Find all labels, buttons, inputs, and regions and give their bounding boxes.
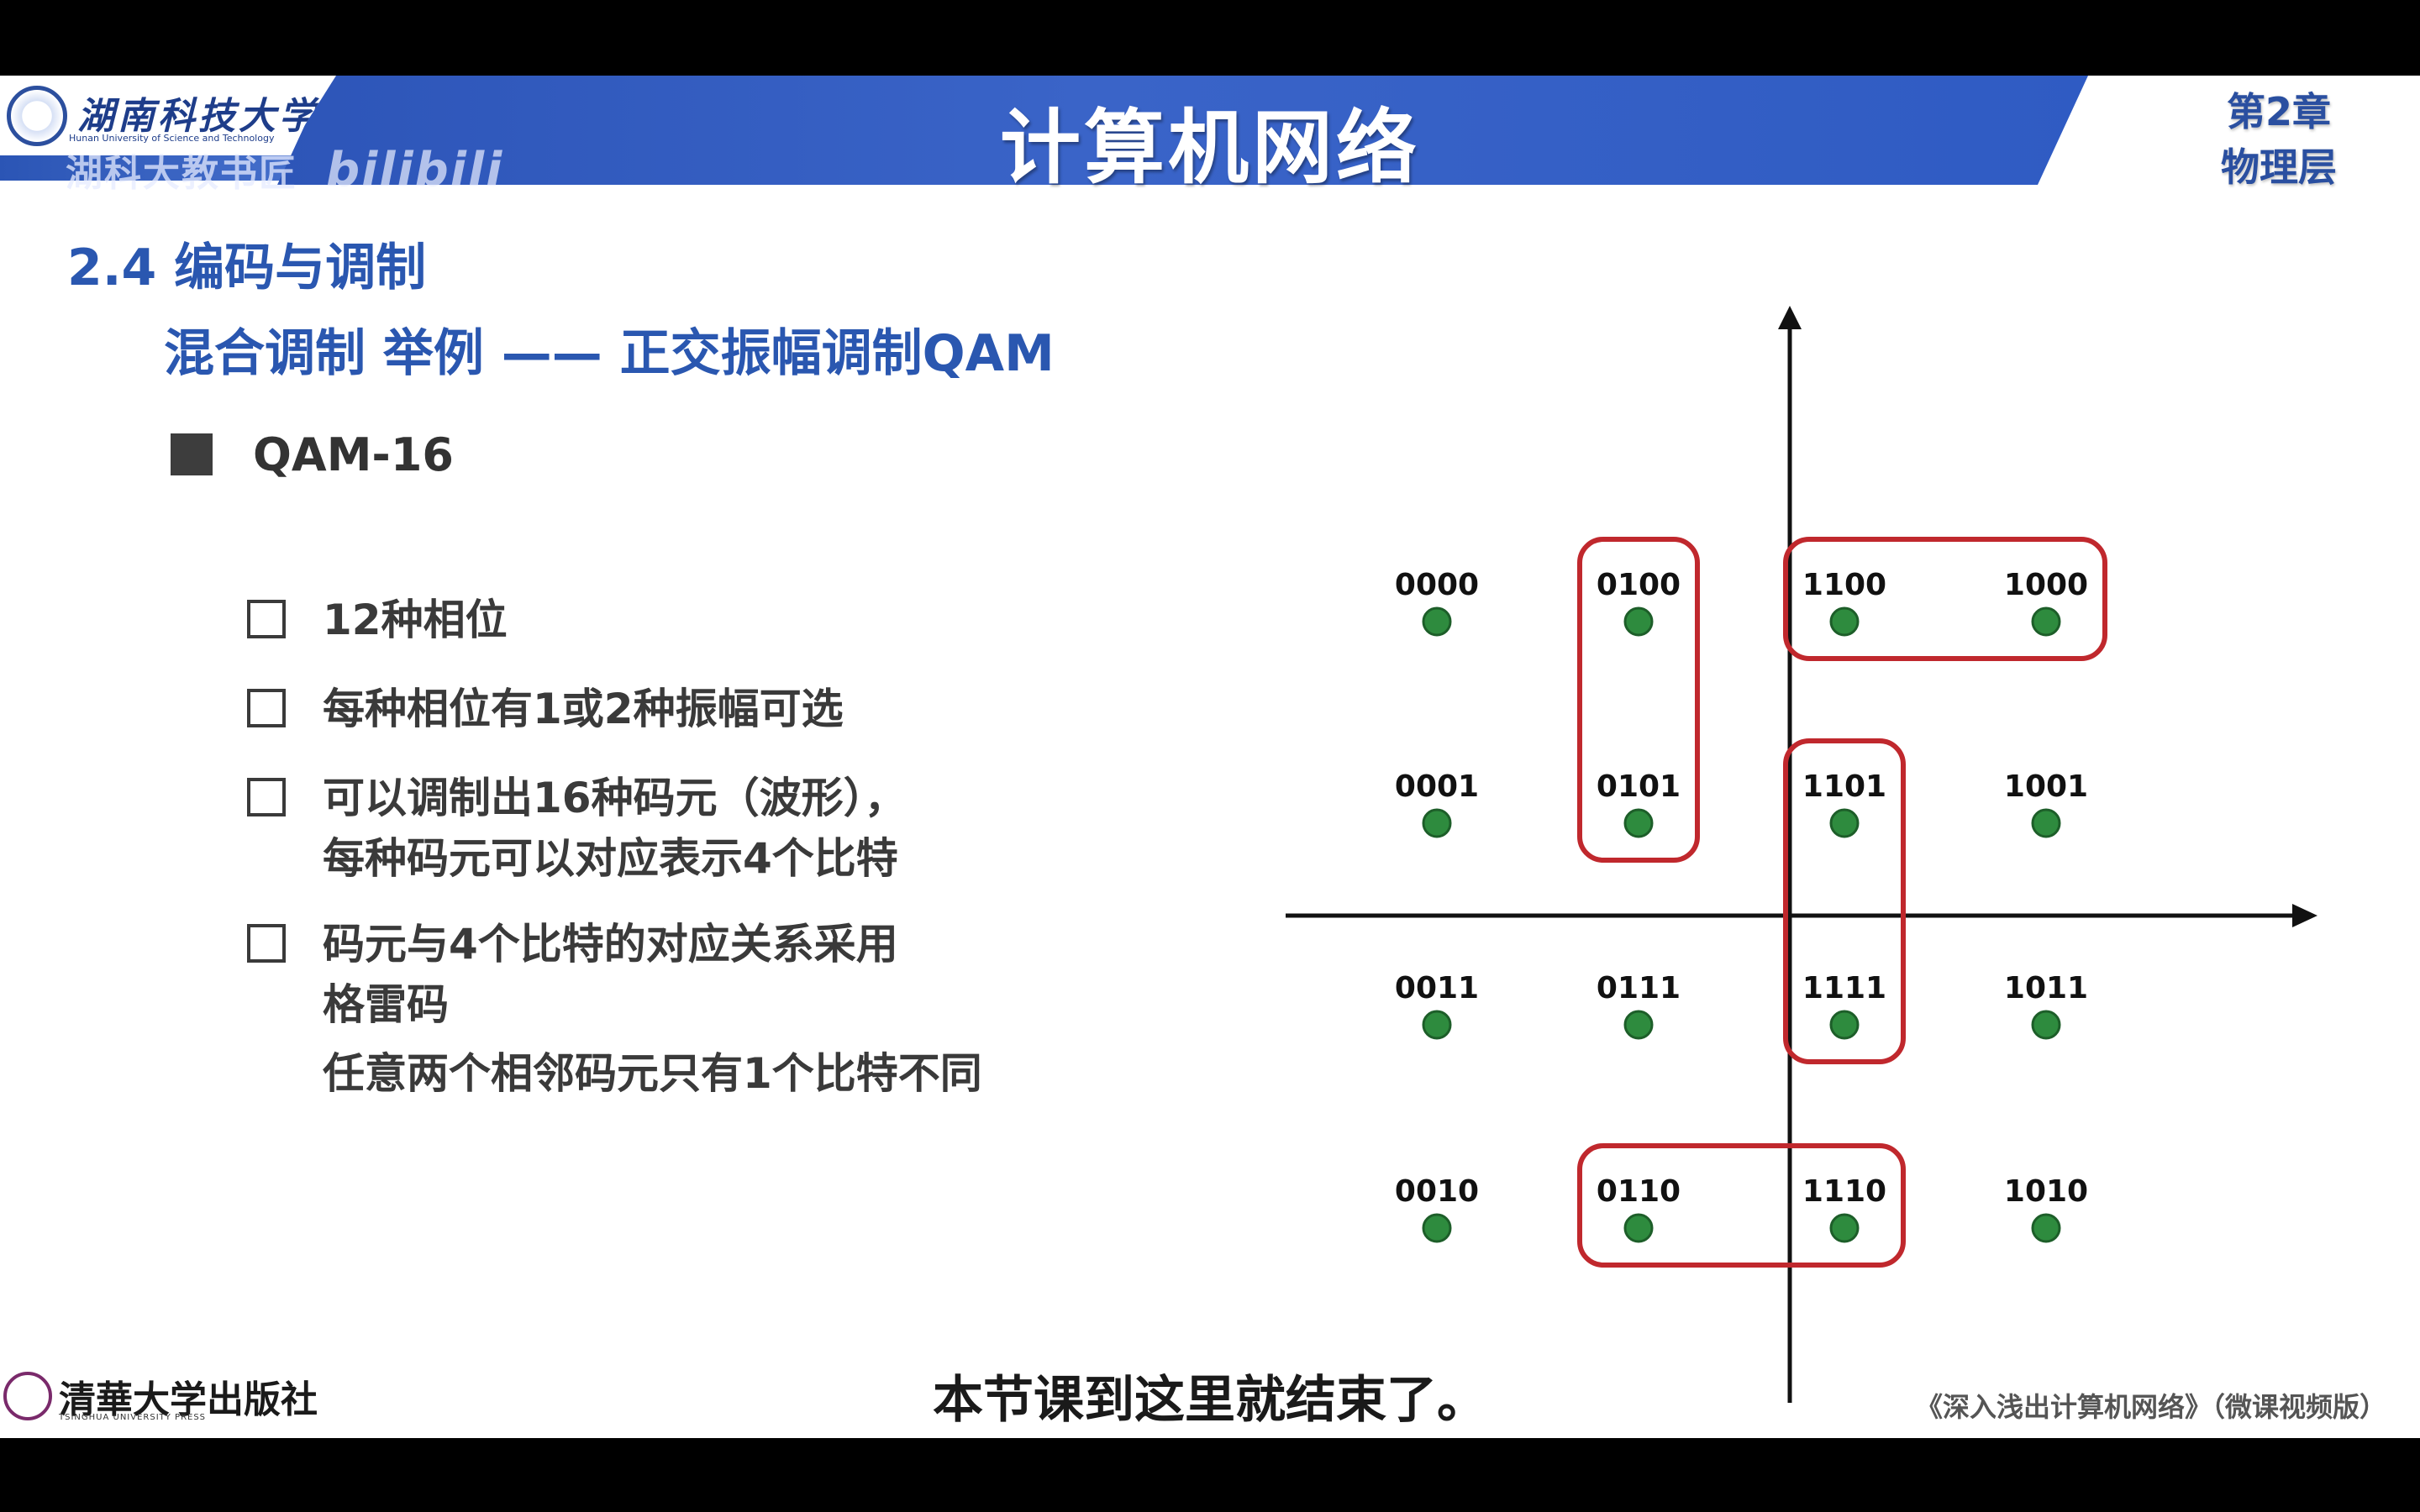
constellation-point-label: 1101 xyxy=(1802,769,1886,804)
header-band: 湖南科技大学 Hunan University of Science and T… xyxy=(0,76,2420,197)
constellation-point-label: 1110 xyxy=(1802,1174,1886,1209)
constellation-point-label: 0010 xyxy=(1395,1174,1479,1209)
checkbox-outline-icon xyxy=(247,689,286,727)
constellation-point xyxy=(2031,808,2061,838)
constellation-point-label: 1100 xyxy=(1802,568,1886,602)
constellation-point xyxy=(1623,1010,1654,1040)
list-item: 12种相位 xyxy=(247,590,508,650)
list-item: 可以调制出16种码元（波形）， 每种码元可以对应表示4个比特 xyxy=(247,768,907,889)
list-item-line: 任意两个相邻码元只有1个比特不同 xyxy=(323,1049,982,1098)
constellation-point-label: 1001 xyxy=(2004,769,2088,804)
main-bullet: QAM-16 xyxy=(171,428,454,481)
slide-subtitle: 混合调制 举例 —— 正交振幅调制QAM xyxy=(164,324,1055,383)
list-item-line: 可以调制出16种码元（波形）， xyxy=(323,774,907,822)
filled-square-icon xyxy=(171,433,213,476)
constellation-point-label: 1111 xyxy=(1802,971,1886,1005)
constellation-point xyxy=(2031,606,2061,637)
constellation-point-label: 0101 xyxy=(1597,769,1681,804)
publisher-en-name: TSINGHUA UNIVERSITY PRESS xyxy=(59,1413,207,1422)
checkbox-outline-icon xyxy=(247,924,286,963)
constellation-point-label: 0100 xyxy=(1597,568,1681,602)
constellation-point xyxy=(2031,1010,2061,1040)
constellation-point-label: 1010 xyxy=(2004,1174,2088,1209)
list-item: 每种相位有1或2种振幅可选 xyxy=(247,679,844,739)
constellation-point-label: 0110 xyxy=(1597,1174,1681,1209)
chapter-name: 物理层 xyxy=(2221,144,2337,190)
checkbox-outline-icon xyxy=(247,600,286,638)
constellation-point xyxy=(1422,808,1452,838)
constellation-point xyxy=(1829,606,1860,637)
constellation-point-label: 0001 xyxy=(1395,769,1479,804)
constellation-point-label: 0011 xyxy=(1395,971,1479,1005)
list-item: 码元与4个比特的对应关系采用 格雷码任意两个相邻码元只有1个比特不同 xyxy=(247,914,982,1104)
constellation-point-label: 1011 xyxy=(2004,971,2088,1005)
list-item-line: 每种码元可以对应表示4个比特 xyxy=(323,834,898,883)
list-item-line: 每种相位有1或2种振幅可选 xyxy=(323,685,844,733)
constellation-point xyxy=(1422,1213,1452,1243)
book-title: 《深入浅出计算机网络》（微课视频版） xyxy=(1915,1391,2386,1423)
constellation-point xyxy=(1422,606,1452,637)
list-item-line: 格雷码 xyxy=(323,980,449,1029)
list-item-line: 码元与4个比特的对应关系采用 xyxy=(323,920,898,969)
section-title: 2.4 编码与调制 xyxy=(67,239,427,297)
constellation-point xyxy=(1829,1010,1860,1040)
publisher-seal-icon xyxy=(3,1372,52,1420)
list-item-line: 12种相位 xyxy=(323,596,508,644)
constellation-point xyxy=(1623,808,1654,838)
main-bullet-text: QAM-16 xyxy=(253,428,454,481)
constellation-point xyxy=(1829,1213,1860,1243)
constellation-point-label: 0000 xyxy=(1395,568,1479,602)
q-axis-arrow-icon xyxy=(1778,306,1802,329)
constellation-point-label: 0111 xyxy=(1597,971,1681,1005)
constellation-point xyxy=(1422,1010,1452,1040)
constellation-point xyxy=(2031,1213,2061,1243)
qam16-constellation-diagram: 0000 0100 1100 1000 0001 0101 1101 1001 0011 0111… xyxy=(1286,306,2317,1403)
slide: 湖南科技大学 Hunan University of Science and T… xyxy=(0,76,2420,1438)
chapter-number: 第2章 xyxy=(2226,89,2331,134)
chapter-badge: 第2章 物理层 xyxy=(2195,84,2363,195)
checkbox-outline-icon xyxy=(247,778,286,816)
i-axis-arrow-icon xyxy=(2292,904,2317,927)
course-title: 计算机网络 xyxy=(1000,101,1420,195)
constellation-point xyxy=(1829,808,1860,838)
constellation-point-label: 1000 xyxy=(2004,568,2088,602)
constellation-point xyxy=(1623,606,1654,637)
constellation-point xyxy=(1623,1213,1654,1243)
